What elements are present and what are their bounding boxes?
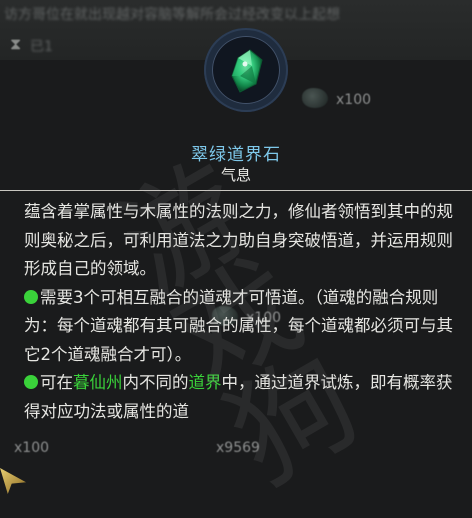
item-tooltip: 翠绿道界石 气息 蕴含着掌属性与木属性的法则之力，修仙者领悟到其中的规则奥秘之后… bbox=[0, 0, 472, 518]
realm-link[interactable]: 道界 bbox=[189, 373, 222, 392]
description-requirement: 需要3个可相互融合的道魂才可悟道。（道魂的融合规则为：每个道魂都有其可融合的属性… bbox=[24, 284, 454, 370]
item-icon-frame bbox=[204, 28, 288, 112]
emerald-gem-icon bbox=[212, 36, 280, 104]
source-text-b: 内不同的 bbox=[122, 373, 189, 392]
description-lore: 蕴含着掌属性与木属性的法则之力，修仙者领悟到其中的规则奥秘之后，可利用道法之力助… bbox=[24, 202, 453, 278]
green-bullet-icon bbox=[24, 289, 38, 304]
source-text-a: 可在 bbox=[40, 373, 73, 392]
description-source: 可在暮仙州内不同的道界中，通过道界试炼，即有概率获得对应功法或属性的道 bbox=[24, 369, 454, 426]
divider bbox=[0, 190, 472, 191]
item-name: 翠绿道界石 bbox=[191, 145, 281, 165]
item-tag: 气息 bbox=[220, 166, 251, 184]
place-link[interactable]: 暮仙州 bbox=[73, 373, 123, 392]
requirement-text: 需要3个可相互融合的道魂才可悟道。（道魂的融合规则为：每个道魂都有其可融合的属性… bbox=[24, 287, 453, 364]
item-description: 蕴含着掌属性与木属性的法则之力，修仙者领悟到其中的规则奥秘之后，可利用道法之力助… bbox=[24, 198, 454, 426]
green-bullet-icon bbox=[24, 375, 38, 389]
